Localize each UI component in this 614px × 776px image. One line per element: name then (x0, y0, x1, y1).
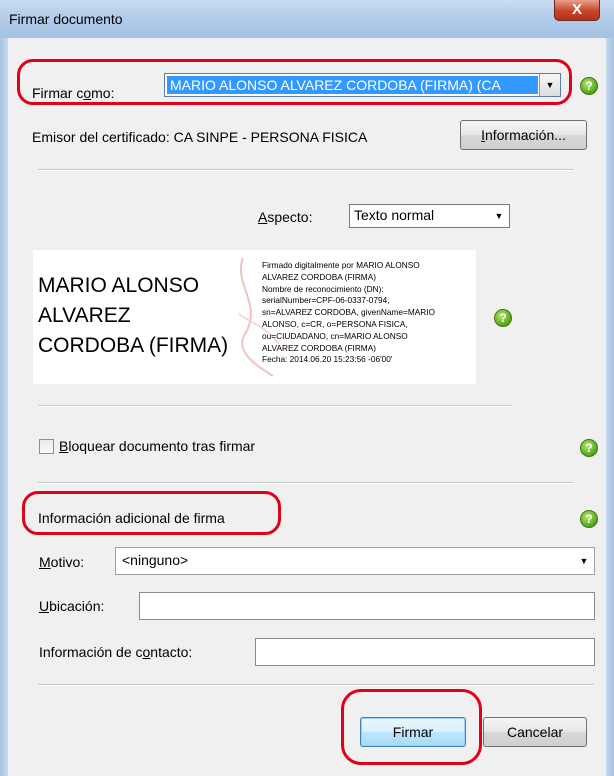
signature-preview: MARIO ALONSO ALVAREZ CORDOBA (FIRMA) Fir… (33, 250, 476, 384)
highlight-sign-as (17, 59, 572, 105)
divider (38, 169, 574, 171)
signature-detail-line: ALONSO, c=CR, o=PERSONA FISICA, (262, 318, 408, 329)
signature-name-line: ALVAREZ (38, 304, 131, 327)
divider (38, 482, 574, 484)
help-icon[interactable]: ? (580, 439, 598, 457)
cancel-button[interactable]: Cancelar (483, 717, 587, 747)
signature-name-line: CORDOBA (FIRMA) (38, 334, 229, 357)
reason-select[interactable]: <ninguno> ▼ (115, 547, 595, 575)
appearance-select[interactable]: Texto normal ▼ (349, 204, 510, 228)
divider (38, 684, 594, 686)
signature-name: MARIO ALONSO ALVAREZ CORDOBA (FIRMA) (38, 271, 228, 361)
signature-detail-line: ALVAREZ CORDOBA (FIRMA) (262, 271, 377, 282)
window-border-left (0, 38, 8, 776)
appearance-label: Aspecto: (258, 209, 313, 225)
lock-document-label[interactable]: Bloquear documento tras firmar (59, 438, 255, 454)
signature-details: Firmado digitalmente por MARIO ALONSO AL… (262, 260, 435, 366)
chevron-down-icon[interactable]: ▼ (489, 205, 509, 227)
signature-detail-line: serialNumber=CPF-06-0337-0794, (262, 295, 390, 306)
signature-detail-line: ou=CIUDADANO, cn=MARIO ALONSO (262, 330, 408, 341)
signature-detail-line: Firmado digitalmente por MARIO ALONSO (262, 260, 420, 270)
signature-detail-line: ALVAREZ CORDOBA (FIRMA) (262, 342, 377, 353)
close-icon: X (571, 1, 582, 18)
title-bar: Firmar documento X (0, 0, 614, 39)
help-icon[interactable]: ? (580, 510, 598, 528)
info-button[interactable]: Información... (460, 120, 587, 150)
lock-document-checkbox[interactable] (39, 439, 54, 454)
signature-detail-line: Nombre de reconocimiento (DN): (262, 283, 384, 294)
help-icon[interactable]: ? (580, 77, 598, 95)
chevron-down-icon[interactable]: ▼ (574, 548, 594, 574)
signature-detail-line: sn=ALVAREZ CORDOBA, givenName=MARIO (262, 307, 436, 318)
divider (38, 405, 511, 407)
appearance-value: Texto normal (354, 207, 435, 223)
window-border-right (606, 38, 614, 776)
dialog-body: Firmar como: MARIO ALONSO ALVAREZ CORDOB… (8, 38, 606, 776)
highlight-sign-button (341, 689, 482, 765)
location-input[interactable] (139, 592, 595, 620)
reason-value: <ninguno> (122, 552, 189, 568)
location-label: Ubicación: (39, 598, 105, 614)
reason-label: Motivo: (39, 554, 85, 570)
close-button[interactable]: X (554, 0, 600, 21)
help-icon[interactable]: ? (494, 309, 512, 327)
signature-detail-line: Fecha: 2014.06.20 15:23:56 -06'00' (262, 354, 393, 365)
issuer-text: Emisor del certificado: CA SINPE - PERSO… (32, 129, 368, 145)
highlight-additional-info (22, 491, 281, 535)
window-title: Firmar documento (9, 11, 123, 27)
contact-input[interactable] (255, 638, 595, 666)
contact-label: Información de contacto: (39, 644, 193, 660)
signature-name-line: MARIO ALONSO (38, 274, 200, 297)
